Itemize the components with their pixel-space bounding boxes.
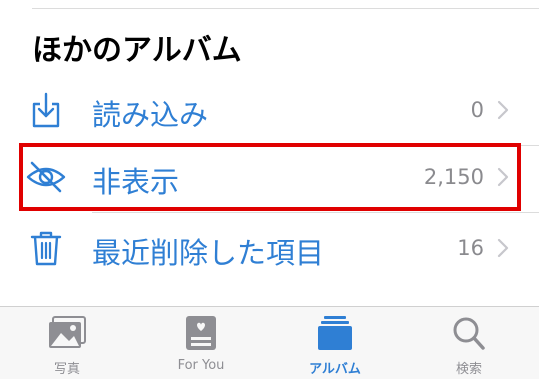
tab-label: 検索 [455, 362, 482, 377]
album-row-count: 16 [457, 236, 484, 260]
search-icon [453, 317, 485, 350]
chevron-right-icon [497, 238, 509, 258]
row-divider [92, 212, 539, 213]
album-row-recently-deleted[interactable]: 最近削除した項目 16 [0, 216, 539, 280]
album-row-count: 0 [470, 98, 484, 122]
highlight-box [19, 143, 521, 211]
tab-label: アルバム [309, 362, 361, 377]
tab-label: For You [177, 358, 225, 373]
tab-for-you[interactable]: For You [134, 307, 268, 379]
tab-albums[interactable]: アルバム [268, 307, 402, 379]
tab-photos[interactable]: 写真 [0, 307, 134, 379]
trash-icon [30, 231, 62, 266]
for-you-icon [186, 316, 216, 350]
tab-bar: 写真 For You アルバム 検索 [0, 306, 539, 379]
photos-icon [49, 316, 86, 348]
tab-label: 写真 [53, 362, 80, 377]
album-row-imports[interactable]: 読み込み 0 [0, 78, 539, 142]
top-divider [32, 8, 539, 9]
section-title: ほかのアルバム [32, 33, 242, 68]
chevron-right-icon [497, 100, 509, 120]
album-row-label: 最近削除した項目 [92, 236, 325, 270]
albums-icon [318, 316, 352, 350]
tab-search[interactable]: 検索 [402, 307, 536, 379]
import-icon [32, 92, 60, 128]
album-row-label: 読み込み [92, 98, 209, 132]
